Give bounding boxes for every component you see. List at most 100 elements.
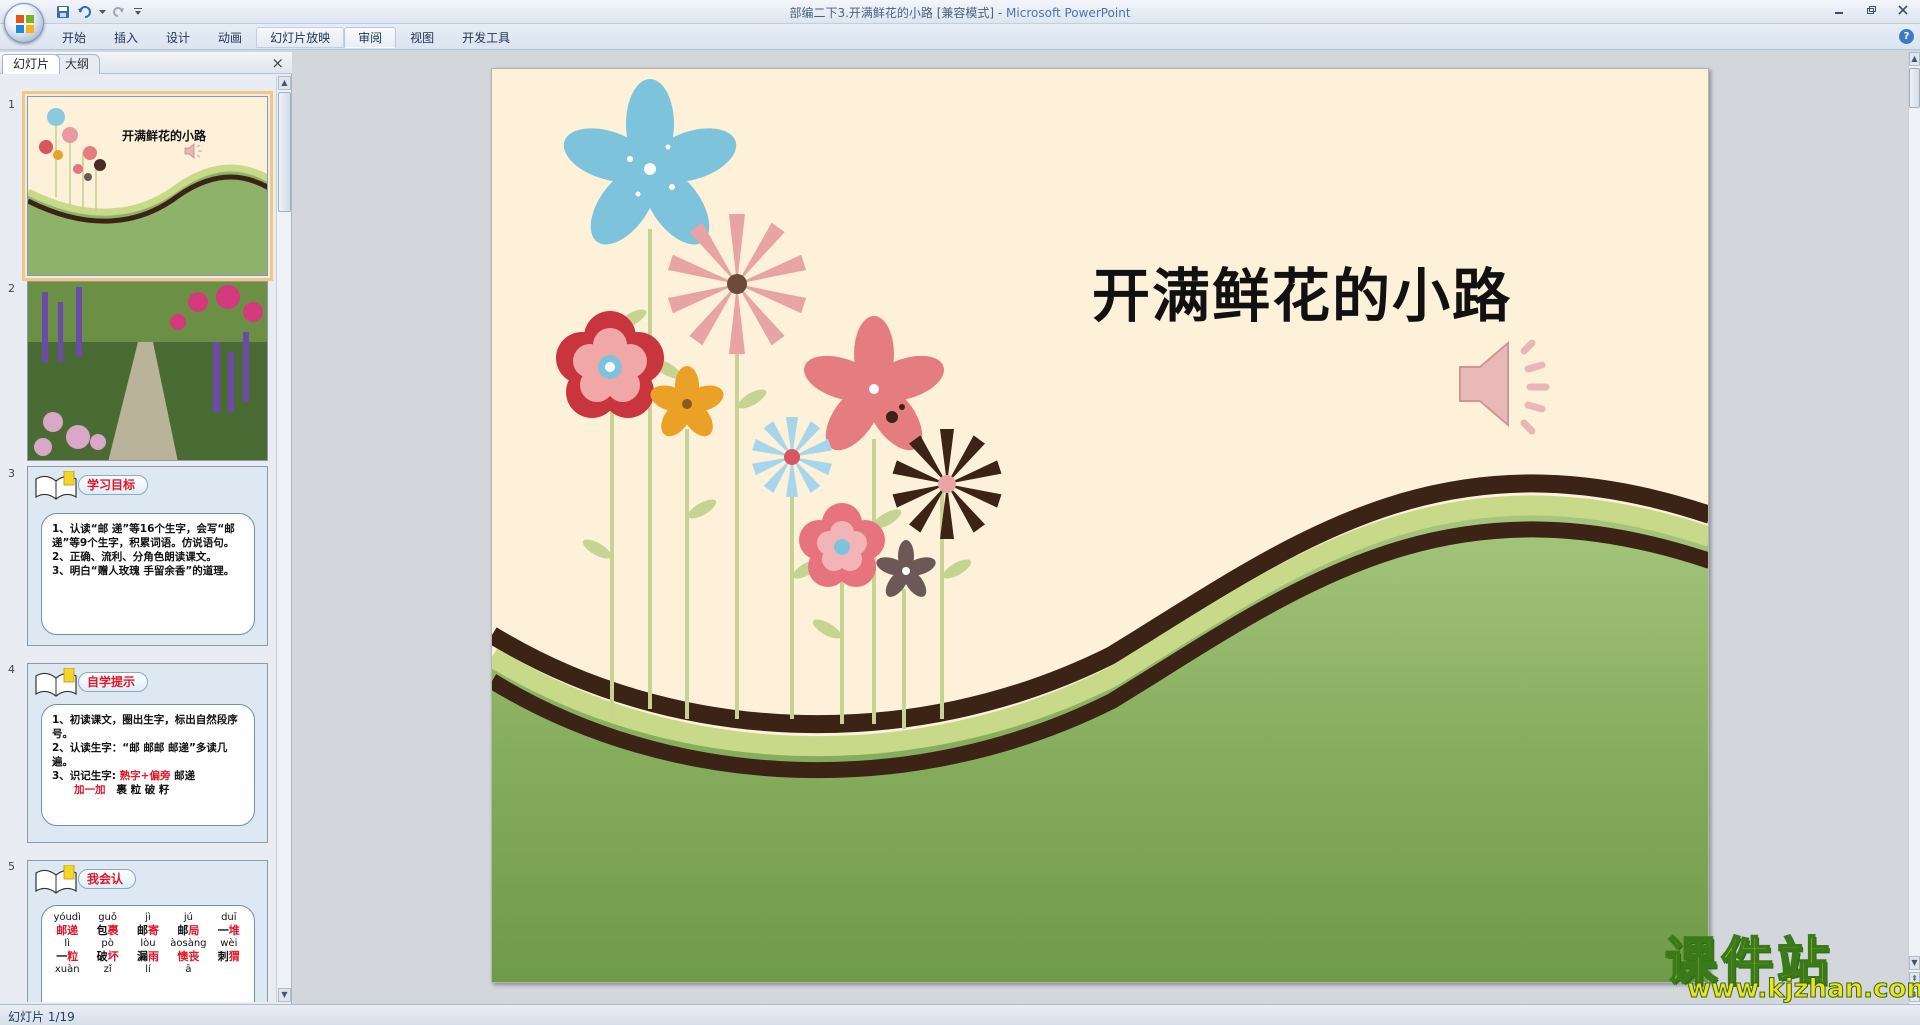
thumbnail-text-box: yóudì guǒ jì jú duī 邮递 包裹 邮寄 邮局 一堆 lì pò lòu àosàng wè… [41,905,255,1002]
vocab-part: 漏 [136,950,148,963]
slide-title[interactable]: 开满鲜花的小路 [1092,249,1512,333]
vocab-part-highlight: 裹 [107,924,119,937]
thumbnail-list: 1 开满鲜花的小路 2 3 学习目标 1、认读“邮 递”等16个生字，会写“邮 … [0,76,275,1002]
pinyin: zǐ [103,964,112,975]
vocab-part: 破 [96,950,108,963]
window-title: 部编二下3.开满鲜花的小路 [兼容模式] - Microsoft PowerPo… [789,6,1131,20]
quick-access-toolbar [54,3,144,21]
office-button[interactable] [4,3,44,43]
restore-icon[interactable] [1862,2,1880,18]
vocab-word: 包裹 [88,924,126,938]
vocab-part-highlight: 粒 [67,950,79,963]
ribbon: 开始 插入 设计 动画 幻灯片放映 审阅 视图 开发工具 ? [0,24,1920,50]
current-slide[interactable]: 开满鲜花的小路 [491,68,1709,983]
watermark-logo: 课件站 www.kjzhan.com [1664,920,1920,1005]
office-logo-icon [16,15,34,33]
vocab-word: 邮递 [48,924,86,938]
tab-1[interactable]: 插入 [100,27,152,48]
vocab-word: 邮局 [169,924,207,938]
scroll-up-icon[interactable]: ▲ [1909,52,1920,66]
pinyin: pò [101,938,114,949]
pinyin-grid: yóudì guǒ jì jú duī 邮递 包裹 邮寄 邮局 一堆 lì pò lòu àosàng wè… [48,912,248,976]
undo-icon[interactable] [76,3,94,21]
vocab-word: 懊丧 [169,950,207,964]
watermark-url: www.kjzhan.com [1686,974,1920,1005]
pinyin: duī [221,912,237,923]
thumbnail-line: 3、识记生字: 熟字+偏旁 邮递 [52,770,196,782]
tab-4[interactable]: 幻灯片放映 [256,27,345,48]
title-bar: 部编二下3.开满鲜花的小路 [兼容模式] - Microsoft PowerPo… [0,0,1920,24]
vocab-word: 破坏 [88,950,126,964]
thumbnail-text-box: 1、初读课文，圈出生字，标出自然段序号。 2、认读生字：“邮 邮邮 邮递”多读几… [41,704,255,826]
vocab-part: 一 [217,924,229,937]
thumbnail-line: 1、初读课文，圈出生字，标出自然段序号。 [52,714,238,740]
scroll-down-icon[interactable]: ▼ [278,988,291,1002]
slides-panel: 幻灯片 大纲 × 1 开满鲜花的小路 2 3 学习目标 1、认读“邮 递”等16… [0,52,292,1004]
vocab-part-highlight: 堆 [228,924,240,937]
pinyin: jì [145,912,151,923]
pinyin: guǒ [98,912,117,923]
thumbnail-line: 加一加 裹 粒 破 籽 [74,784,170,796]
vocab-word: 邮寄 [129,924,167,938]
thumbnail-badge: 自学提示 [78,672,149,692]
slide-thumbnail-4[interactable]: 自学提示 1、初读课文，圈出生字，标出自然段序号。 2、认读生字：“邮 邮邮 邮… [27,663,268,843]
scroll-thumb[interactable] [1909,68,1920,108]
thumbnail-scrollbar[interactable]: ▲ ▼ [276,76,291,1002]
vocab-part: 一 [56,950,68,963]
pinyin [210,964,248,976]
thumbnail-badge: 我会认 [78,869,137,889]
speaker-icon[interactable] [1452,329,1562,439]
vocab-part-highlight: 局 [188,924,200,937]
garden-photo-thumbnail [28,282,267,460]
vocab-part: 包 [96,924,108,937]
save-icon[interactable] [54,3,72,21]
thumbnail-line: 2、正确、流利、分角色朗读课文。 [52,551,217,563]
tab-5[interactable]: 审阅 [344,27,397,48]
light-blue-star-flower [752,417,832,497]
vocab-part-highlight: 寄 [147,924,159,937]
thumbnail-number: 1 [8,98,15,111]
slide-thumbnail-5[interactable]: 我会认 yóudì guǒ jì jú duī 邮递 包裹 邮寄 邮局 一堆 lì pò lòu àosà… [27,860,268,1002]
pinyin: wèi [220,938,238,949]
pinyin: lì [64,938,70,949]
close-icon[interactable] [1894,2,1912,18]
slide-editor: 开满鲜花的小路 [293,52,1908,1004]
slide-thumbnail-3[interactable]: 学习目标 1、认读“邮 递”等16个生字，会写“邮 递”等9个生字，积累词语。仿… [27,466,268,646]
tab-2[interactable]: 设计 [152,27,204,48]
thumbnail-line: 2、认读生字：“邮 邮邮 邮递”多读几遍。 [52,742,228,768]
ribbon-tabs: 开始 插入 设计 动画 幻灯片放映 审阅 视图 开发工具 [48,27,524,49]
vocab-part: 邮 [177,924,189,937]
thumbnail-text-box: 1、认读“邮 递”等16个生字，会写“邮 递”等9个生字，积累词语。仿说语句。 … [41,513,255,635]
pinyin: lòu [140,938,156,949]
tab-0[interactable]: 开始 [48,27,100,48]
minimize-icon[interactable] [1830,2,1848,18]
help-icon[interactable]: ? [1899,29,1914,44]
scroll-up-icon[interactable]: ▲ [278,76,291,90]
book-icon [35,865,77,894]
slide-thumbnail-2[interactable] [27,281,268,461]
editor-scrollbar[interactable]: ▲ ▼ ⇞ ⇟ [1908,52,1920,1004]
customize-toolbar-icon[interactable] [132,3,144,21]
pinyin: lí [145,964,151,975]
pinyin: ā [185,964,192,975]
tab-7[interactable]: 开发工具 [448,27,524,48]
thumbnail-number: 4 [8,663,15,676]
scroll-thumb[interactable] [278,92,291,212]
undo-dropdown-icon[interactable] [98,3,106,21]
pinyin: xuàn [54,964,80,975]
pinyin: yóudì [53,912,81,923]
tab-outline[interactable]: 大纲 [54,54,101,74]
vocab-word: 刺猬 [210,950,248,964]
redo-icon[interactable] [110,3,128,21]
vocab-part: 邮 [136,924,148,937]
slide-counter: 幻灯片 1/19 [8,1010,75,1024]
thumbnail-badge: 学习目标 [78,475,149,495]
tab-3[interactable]: 动画 [204,27,256,48]
scroll-down-icon[interactable]: ▼ [1909,956,1920,970]
tab-6[interactable]: 视图 [396,27,448,48]
panel-close-icon[interactable]: × [271,54,284,72]
tab-slides[interactable]: 幻灯片 [2,54,61,74]
vocab-word: 漏雨 [129,950,167,964]
thumbnail-1-art [28,108,267,275]
slide-thumbnail-1[interactable]: 开满鲜花的小路 [22,91,273,281]
